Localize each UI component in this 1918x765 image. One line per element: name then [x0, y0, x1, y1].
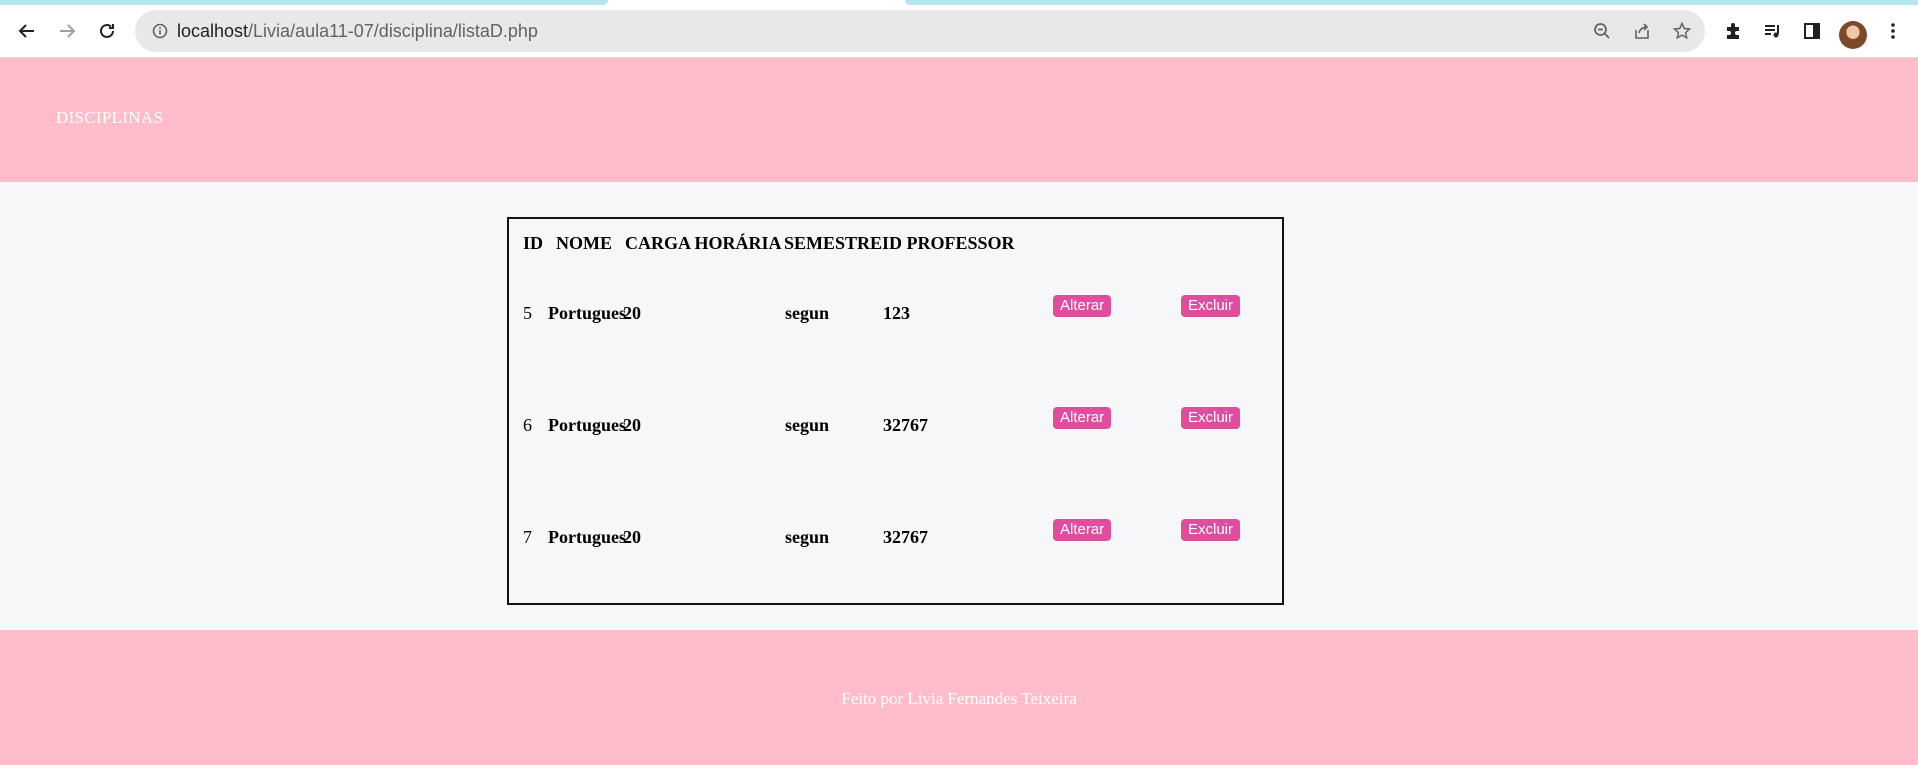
excluir-button[interactable]: Excluir: [1181, 295, 1241, 317]
column-header-nome: NOME: [556, 233, 612, 253]
extensions-icon: [1727, 23, 1739, 39]
cell-id: 5: [523, 303, 532, 323]
extensions-button[interactable]: [1715, 13, 1751, 49]
menu-icon: [1891, 23, 1895, 39]
cell-semestre: segun: [785, 415, 830, 435]
menu-button[interactable]: [1875, 13, 1911, 49]
cell-id-professor: 32767: [883, 527, 928, 547]
address-bar[interactable]: localhost/Livia/aula11-07/disciplina/lis…: [135, 10, 1705, 52]
cell-semestre: segun: [785, 527, 830, 547]
alterar-button[interactable]: Alterar: [1053, 295, 1112, 317]
side-panel-button[interactable]: [1794, 13, 1830, 49]
footer-credit: Feito por Livia Fernandes Teixeira: [841, 689, 1077, 708]
excluir-button[interactable]: Excluir: [1181, 519, 1241, 541]
page-title: DISCIPLINAS: [56, 108, 164, 127]
zoom-out-icon[interactable]: [1587, 16, 1617, 46]
page-footer: Feito por Livia Fernandes Teixeira: [0, 630, 1918, 765]
media-icon: [1765, 25, 1779, 38]
disciplinas-table: ID NOME CARGA HORÁRIA SEMESTRE ID PROFES…: [507, 217, 1284, 605]
back-button[interactable]: [9, 13, 45, 49]
alterar-button[interactable]: Alterar: [1053, 407, 1112, 429]
reload-icon: [100, 23, 114, 38]
column-header-carga-horaria: CARGA HORÁRIA: [625, 233, 782, 253]
forward-button[interactable]: [49, 13, 85, 49]
share-icon[interactable]: [1627, 16, 1657, 46]
url-text[interactable]: localhost/Livia/aula11-07/disciplina/lis…: [177, 10, 538, 52]
page-header: DISCIPLINAS: [0, 58, 1918, 182]
cell-carga-horaria: 20: [623, 303, 641, 323]
media-button[interactable]: [1755, 13, 1791, 49]
main-content: ID NOME CARGA HORÁRIA SEMESTRE ID PROFES…: [0, 182, 1918, 630]
forward-icon: [60, 24, 76, 38]
alterar-button[interactable]: Alterar: [1053, 519, 1112, 541]
cell-nome: Portugues: [548, 415, 626, 435]
column-header-id-professor: ID PROFESSOR: [882, 233, 1015, 253]
side-panel-icon: [1804, 23, 1820, 39]
star-icon[interactable]: [1667, 16, 1697, 46]
browser-toolbar: localhost/Livia/aula11-07/disciplina/lis…: [0, 5, 1918, 58]
profile-avatar[interactable]: [1839, 21, 1867, 49]
cell-semestre: segun: [785, 303, 830, 323]
cell-nome: Portugues: [548, 303, 626, 323]
reload-button[interactable]: [89, 13, 125, 49]
url-host: localhost: [177, 21, 249, 41]
cell-carga-horaria: 20: [623, 527, 641, 547]
back-icon: [18, 24, 34, 38]
site-info-icon[interactable]: [149, 20, 171, 42]
cell-id-professor: 32767: [883, 415, 928, 435]
cell-id: 6: [523, 415, 532, 435]
cell-id-professor: 123: [883, 303, 910, 323]
cell-nome: Portugues: [548, 527, 626, 547]
cell-id: 7: [523, 527, 532, 547]
url-path: /Livia/aula11-07/disciplina/listaD.php: [248, 21, 538, 41]
column-header-id: ID: [523, 233, 544, 253]
column-header-semestre: SEMESTRE: [784, 233, 883, 253]
cell-carga-horaria: 20: [623, 415, 641, 435]
excluir-button[interactable]: Excluir: [1181, 407, 1241, 429]
